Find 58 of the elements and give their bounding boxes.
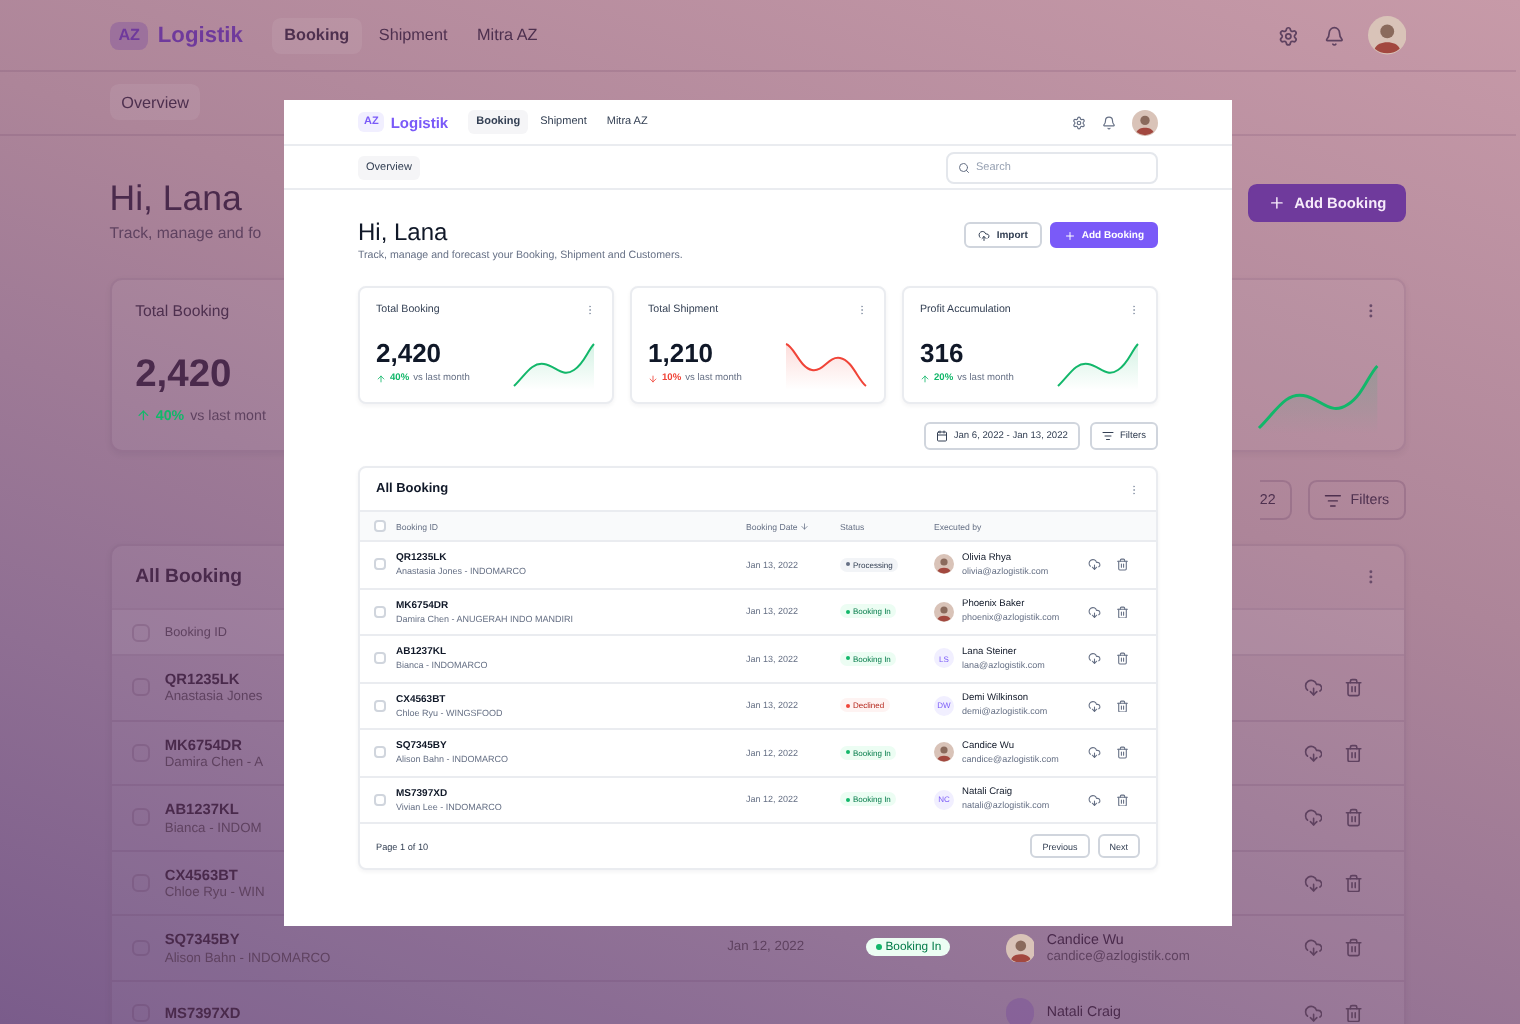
download-icon[interactable]: [1088, 652, 1101, 665]
trash-icon[interactable]: [1343, 1003, 1363, 1023]
download-icon[interactable]: [1088, 793, 1101, 806]
row-checkbox[interactable]: [374, 605, 386, 618]
search-icon: [958, 161, 970, 173]
nav-link[interactable]: Shipment: [367, 18, 460, 54]
plus-icon: [1267, 193, 1286, 212]
download-icon[interactable]: [1303, 938, 1323, 958]
logo-text: Logistik: [157, 23, 243, 48]
user-avatar: [1132, 109, 1158, 135]
trash-icon[interactable]: [1115, 558, 1128, 571]
trash-icon[interactable]: [1343, 873, 1363, 893]
settings-icon[interactable]: [1278, 25, 1300, 47]
stat-value: 316: [920, 338, 964, 368]
greeting-heading: Hi, Lana: [109, 177, 242, 219]
trash-icon[interactable]: [1343, 938, 1363, 958]
download-icon[interactable]: [1303, 743, 1323, 763]
download-icon[interactable]: [1088, 699, 1101, 712]
sort-icon: [799, 521, 809, 531]
download-icon[interactable]: [1303, 808, 1323, 828]
trash-icon[interactable]: [1115, 746, 1128, 759]
plus-icon: [1063, 229, 1076, 241]
row-checkbox[interactable]: [374, 558, 386, 571]
select-all-checkbox[interactable]: [374, 520, 386, 532]
logo-badge: AZ: [109, 21, 149, 51]
bell-icon[interactable]: [1102, 115, 1116, 129]
row-checkbox[interactable]: [374, 699, 386, 712]
trash-icon[interactable]: [1115, 699, 1128, 712]
calendar-icon: [935, 430, 948, 442]
download-icon[interactable]: [1088, 558, 1101, 571]
trash-icon[interactable]: [1115, 605, 1128, 618]
bell-icon[interactable]: [1323, 25, 1344, 47]
nav-link[interactable]: Mitra AZ: [465, 18, 550, 54]
trash-icon[interactable]: [1115, 652, 1128, 665]
filter-icon: [1101, 430, 1114, 442]
greeting-heading: Hi, Lana: [358, 218, 448, 246]
nav-link[interactable]: Booking: [272, 18, 362, 54]
filter-icon: [1323, 491, 1342, 509]
download-icon[interactable]: [1088, 746, 1101, 759]
stat-value: 2,420: [376, 338, 442, 368]
user-avatar: [1367, 16, 1406, 56]
row-checkbox[interactable]: [374, 793, 386, 806]
row-checkbox[interactable]: [374, 652, 386, 665]
stat-value: 2,420: [135, 354, 232, 400]
upload-icon: [978, 229, 991, 241]
download-icon[interactable]: [1088, 605, 1101, 618]
trash-icon[interactable]: [1343, 808, 1363, 828]
overview-tab[interactable]: Overview: [109, 84, 201, 121]
trash-icon[interactable]: [1343, 677, 1363, 698]
download-icon[interactable]: [1303, 873, 1323, 893]
settings-icon[interactable]: [1072, 115, 1086, 129]
trash-icon[interactable]: [1343, 743, 1363, 763]
trash-icon[interactable]: [1115, 793, 1128, 806]
download-icon[interactable]: [1303, 677, 1323, 698]
table-title: All Booking: [135, 566, 242, 589]
download-icon[interactable]: [1303, 1003, 1323, 1023]
row-checkbox[interactable]: [374, 746, 386, 759]
stat-value: 1,210: [648, 338, 714, 368]
